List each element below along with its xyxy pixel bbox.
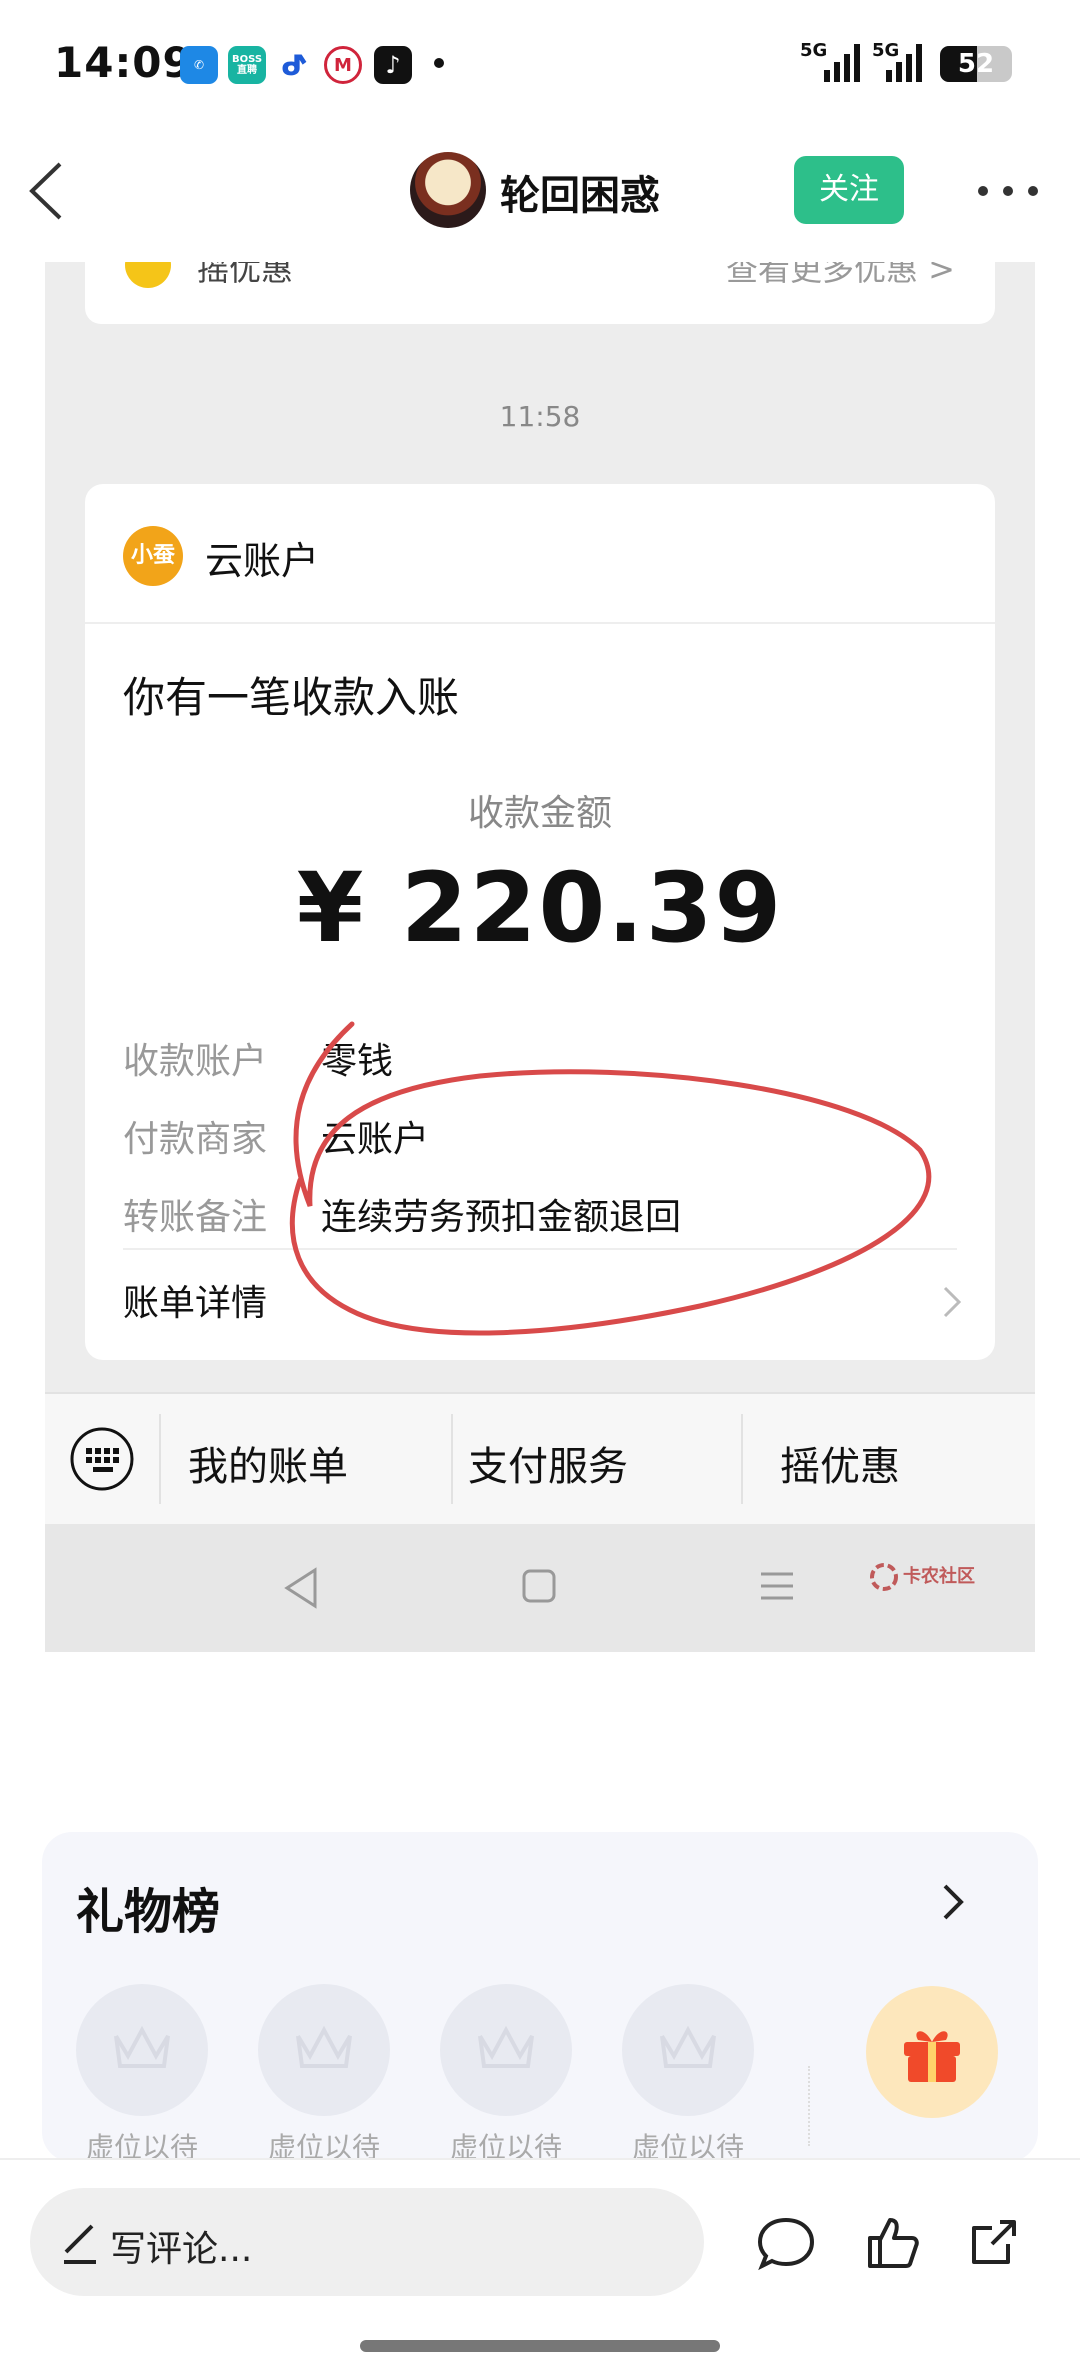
promo-more-link: 查看更多优惠 > [726,262,955,288]
pen-icon [64,2224,96,2264]
row-value-merchant: 云账户 [321,1119,430,1160]
phone-icon: ✆ [180,46,218,84]
nav-menu-icon [761,1572,793,1600]
divider [123,1248,957,1250]
send-gift-button[interactable] [866,1986,998,2118]
comment-placeholder[interactable]: 写评论... [110,2220,252,2272]
android-nav-bar: 卡农社区 [45,1524,1035,1652]
row-label-merchant: 付款商家 [123,1119,268,1160]
nav-home-icon [522,1569,556,1603]
promo-card: 摇优惠 查看更多优惠 > [85,262,995,324]
gift-slot-crown-icon[interactable] [440,1984,572,2116]
bill-detail-label: 账单详情 [123,1283,268,1324]
more-options-icon[interactable] [978,168,1038,214]
username[interactable]: 轮回困惑 [500,163,660,221]
service-shake-discount: 摇优惠 [780,1444,900,1490]
row-label-remark: 转账备注 [123,1197,268,1238]
gift-slot-crown-icon[interactable] [76,1984,208,2116]
notification-dot-icon [434,58,444,68]
back-icon[interactable] [22,158,72,224]
payment-card: 小蚕 云账户 你有一笔收款入账 收款金额 ¥ 220.39 收款账户 零钱 付款… [85,484,995,1360]
divider [808,2066,812,2146]
chevron-right-icon[interactable] [940,1880,966,1924]
baidu-app-icon: ᕷ [276,46,314,84]
amount-value: ¥ 220.39 [296,852,784,964]
boss-zhipin-icon: BOSS 直聘 [228,46,266,84]
promo-icon [125,262,171,288]
signal-1-icon [824,44,860,82]
battery-level: 52 [957,49,995,79]
follow-button[interactable]: 关注 [794,156,904,224]
payment-title: 你有一笔收款入账 [123,673,460,722]
nav-back-icon [284,1567,317,1609]
tiktok-icon: ♪ [374,46,412,84]
cloud-account-logo-icon: 小蚕 [123,526,183,586]
amount-label: 收款金额 [467,793,612,834]
chevron-right-icon [943,1286,962,1318]
avatar[interactable] [410,152,486,228]
status-bar: 14:09 ✆ BOSS 直聘 ᕷ M ♪ 5G 5G 52 [0,0,1080,130]
service-bar: 我的账单 支付服务 摇优惠 [45,1392,1035,1524]
separator [159,1414,161,1504]
gift-box-icon [904,2031,960,2082]
share-icon[interactable] [964,2212,1024,2272]
service-my-bill: 我的账单 [188,1444,348,1490]
payment-card-header: 小蚕 云账户 [85,484,995,624]
battery-icon: 52 [940,46,1012,82]
gift-slot-crown-icon[interactable] [258,1984,390,2116]
row-label-receive-account: 收款账户 [123,1041,268,1082]
promo-label: 摇优惠 [197,262,294,288]
signal-2-icon [886,44,922,82]
gift-slot-crown-icon[interactable] [622,1984,754,2116]
keyboard-icon [70,1427,134,1491]
cmb-bank-icon: M [324,46,362,84]
like-thumb-icon[interactable] [862,2212,922,2272]
separator [741,1414,743,1504]
watermark-text: 卡农社区 [903,1566,975,1587]
watermark-logo-icon [870,1563,898,1591]
row-value-remark: 连续劳务预扣金额退回 [321,1197,682,1238]
payment-account-name: 云账户 [205,539,320,583]
message-timestamp: 11:58 [499,400,581,433]
row-value-receive-account: 零钱 [321,1041,394,1082]
comment-bubble-icon[interactable] [756,2212,816,2272]
home-indicator[interactable] [360,2340,720,2352]
gift-board-title: 礼物榜 [76,1884,221,1940]
status-time: 14:09 [54,38,193,87]
post-image[interactable]: 摇优惠 查看更多优惠 > 11:58 小蚕 云账户 你有一笔收款入账 收款金额 … [45,262,1035,1652]
service-payment: 支付服务 [468,1444,628,1490]
